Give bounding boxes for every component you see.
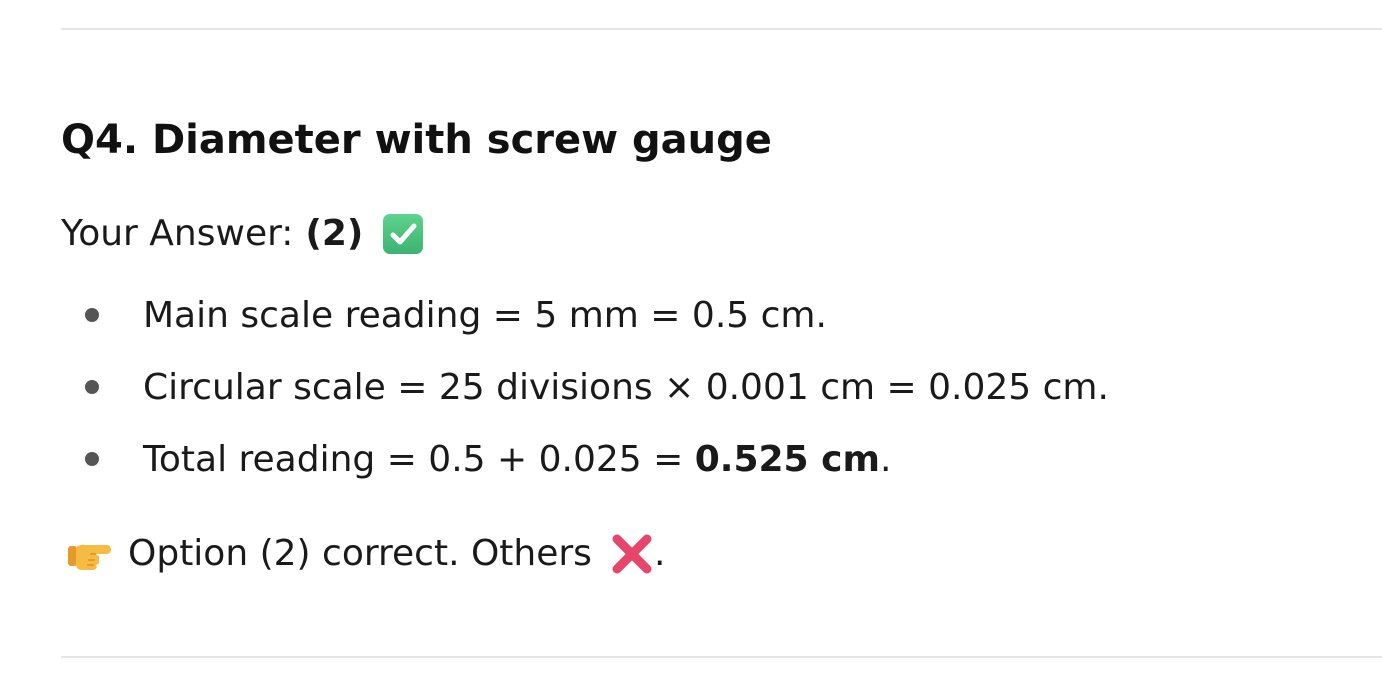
check-mark-button-icon (383, 214, 424, 254)
list-item: Circular scale = 25 divisions × 0.001 cm… (61, 362, 1109, 434)
question-title: Q4. Diameter with screw gauge (61, 117, 772, 163)
point-text: Total reading = 0.5 + 0.025 = (143, 439, 695, 480)
bullet-icon (85, 380, 99, 394)
conclusion-line: Option (2) correct. Others . (66, 528, 665, 580)
cross-mark-icon (610, 532, 654, 576)
point-text: Main scale reading = 5 mm = 0.5 cm. (143, 295, 827, 336)
point-text: Circular scale = 25 divisions × 0.001 cm… (143, 367, 1109, 408)
total-result: 0.525 cm (694, 439, 880, 480)
answer-value: (2) (305, 213, 364, 254)
explanation-list: Main scale reading = 5 mm = 0.5 cm. Circ… (61, 290, 1109, 506)
your-answer-line: Your Answer: (2) (61, 210, 424, 258)
point-end: . (880, 439, 892, 480)
top-divider (61, 28, 1382, 30)
backhand-index-pointing-right-icon (66, 534, 112, 574)
bullet-icon (85, 308, 99, 322)
bullet-icon (85, 452, 99, 466)
conclusion-text: Option (2) correct. Others (128, 533, 592, 574)
bottom-divider (61, 656, 1382, 658)
conclusion-end: . (653, 533, 666, 574)
list-item: Total reading = 0.5 + 0.025 = 0.525 cm. (61, 434, 1109, 506)
list-item: Main scale reading = 5 mm = 0.5 cm. (61, 290, 1109, 362)
answer-label: Your Answer: (61, 213, 294, 254)
